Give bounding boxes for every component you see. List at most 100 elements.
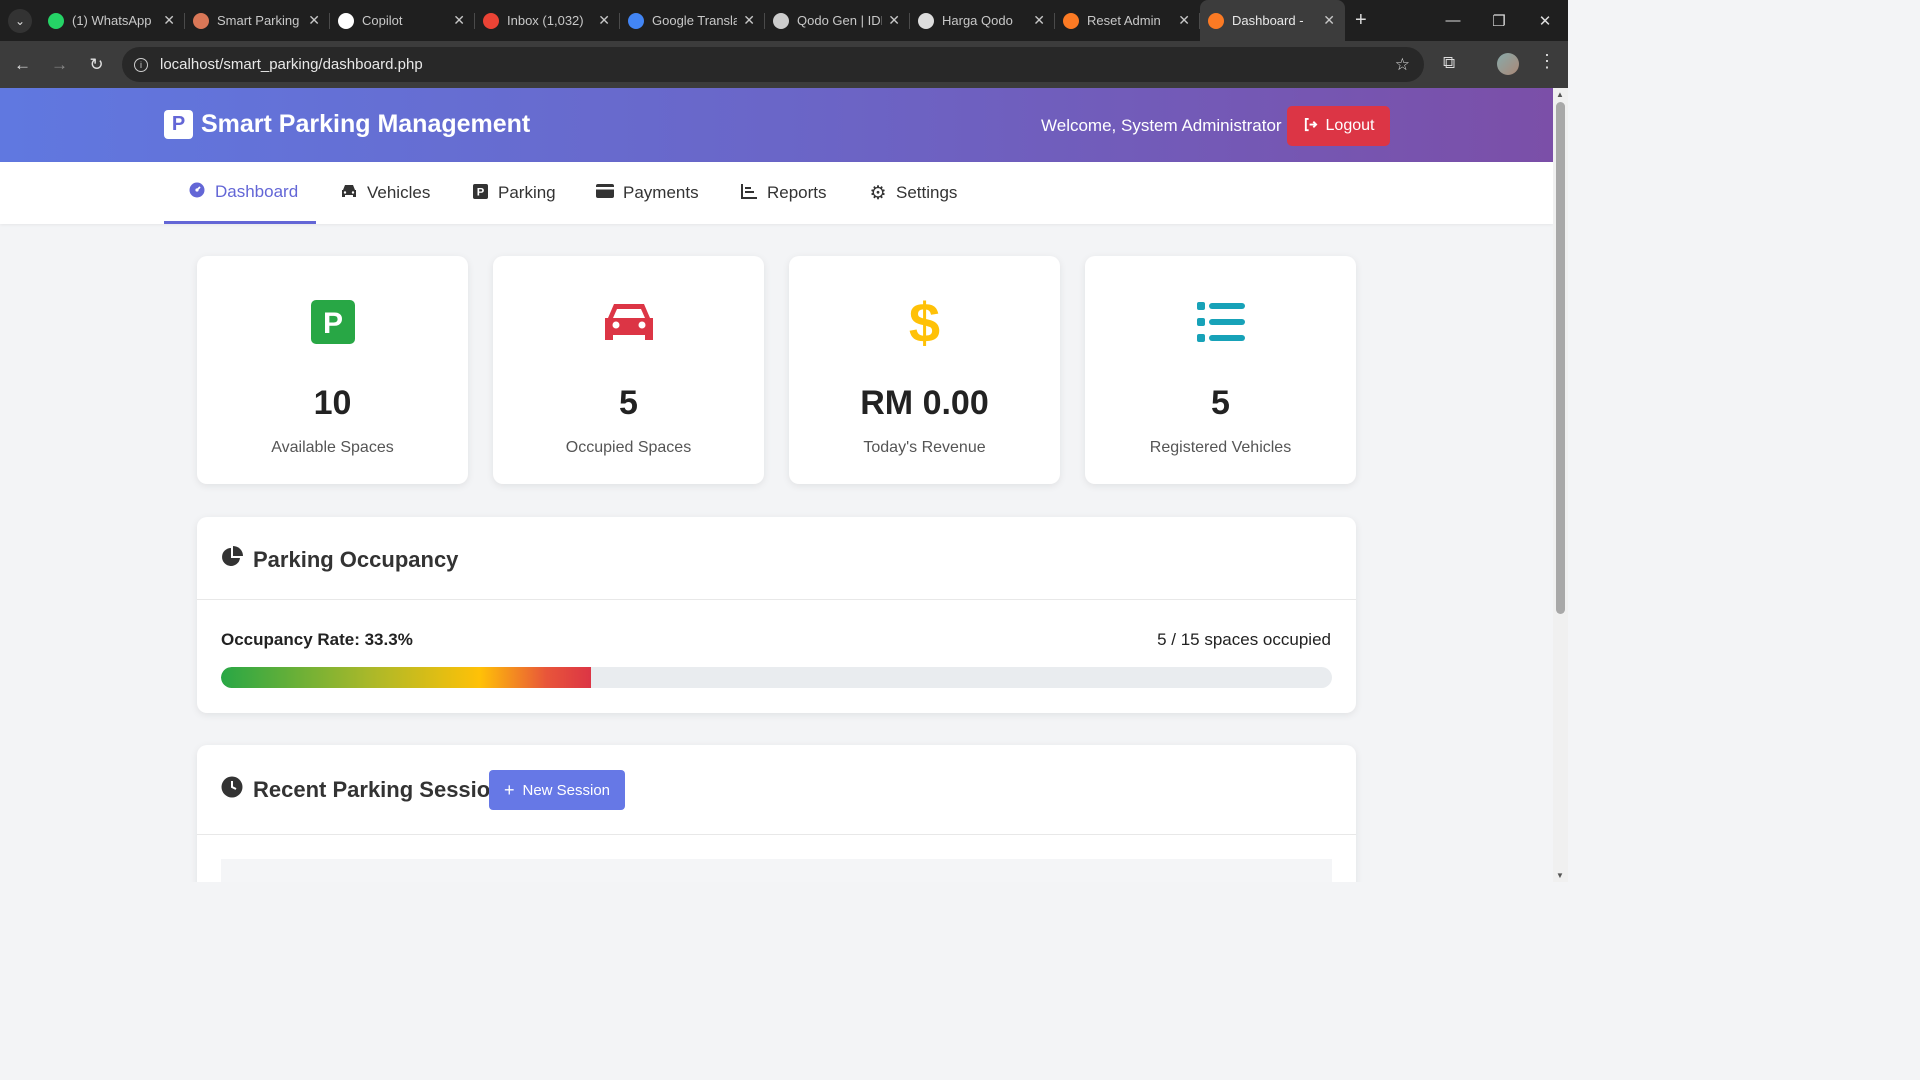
divider: [197, 599, 1356, 600]
occupancy-title-text: Parking Occupancy: [253, 547, 459, 572]
tab-title: Google Translate: [652, 13, 738, 28]
qodo-icon: [773, 12, 789, 29]
pie-chart-icon: [221, 546, 243, 574]
translate-icon: [628, 12, 644, 29]
parking-icon: P: [471, 183, 489, 203]
new-session-button[interactable]: + New Session: [489, 770, 625, 810]
plus-icon: +: [503, 779, 515, 800]
browser-tab[interactable]: Copilot ✕: [330, 0, 475, 41]
browser-tab[interactable]: Harga Qodo ✕: [910, 0, 1055, 41]
sessions-table-header: [221, 859, 1332, 882]
tab-title: Reset Admin: [1087, 13, 1161, 28]
stat-label: Today's Revenue: [863, 439, 986, 456]
nav-item-label: Vehicles: [367, 183, 431, 202]
window-controls: — ❐ ✕: [1430, 0, 1568, 41]
nav-item-parking[interactable]: P Parking: [471, 162, 556, 224]
occupancy-title: Parking Occupancy: [221, 546, 458, 574]
tab-title: Inbox (1,032): [507, 13, 584, 28]
close-tab-icon[interactable]: ✕: [743, 12, 755, 29]
parking-icon: P: [197, 298, 468, 346]
new-tab-button[interactable]: +: [1355, 9, 1367, 32]
page-scrollbar[interactable]: ▲ ▼: [1553, 88, 1568, 882]
nav-item-dashboard[interactable]: Dashboard: [164, 162, 316, 224]
stat-card-vehicles: 5 Registered Vehicles: [1085, 256, 1356, 484]
openai-icon: [918, 12, 934, 29]
forward-button[interactable]: →: [41, 55, 78, 75]
close-tab-icon[interactable]: ✕: [163, 12, 175, 29]
welcome-text: Welcome, System Administrator: [1041, 116, 1282, 135]
new-session-label: New Session: [522, 781, 611, 799]
scrollbar-thumb[interactable]: [1556, 102, 1565, 614]
divider: [197, 834, 1356, 835]
main-nav: Dashboard Vehicles P Parking Payments Re…: [0, 162, 1553, 224]
stat-label: Occupied Spaces: [565, 439, 692, 456]
close-tab-icon[interactable]: ✕: [308, 12, 320, 29]
browser-tab[interactable]: Smart Parking ✕: [185, 0, 330, 41]
tab-title: (1) WhatsApp: [72, 13, 152, 28]
chart-icon: [740, 183, 758, 203]
minimize-button[interactable]: —: [1430, 12, 1476, 29]
browser-toolbar: ← → ↻ i localhost/smart_parking/dashboar…: [0, 41, 1568, 88]
bookmark-star-icon[interactable]: ☆: [1395, 55, 1410, 75]
nav-item-payments[interactable]: Payments: [596, 162, 699, 224]
occupancy-count: 5 / 15 spaces occupied: [1157, 630, 1331, 649]
tab-search-button[interactable]: ⌄: [0, 0, 40, 41]
app-header: P Smart Parking Management Welcome, Syst…: [0, 88, 1553, 162]
close-window-button[interactable]: ✕: [1522, 12, 1568, 30]
recent-sessions-title-text: Recent Parking Sessions: [253, 777, 516, 802]
dashboard-icon: [188, 182, 206, 202]
gear-icon: ⚙: [869, 182, 887, 204]
scroll-down-icon[interactable]: ▼: [1556, 871, 1564, 880]
xampp-icon: [1208, 12, 1224, 29]
back-button[interactable]: ←: [4, 55, 41, 75]
dollar-icon: $: [908, 290, 941, 354]
tab-title: Qodo Gen | IDE: [797, 13, 883, 28]
browser-tab[interactable]: Dashboard - ✕: [1200, 0, 1345, 41]
site-info-icon[interactable]: i: [134, 57, 148, 72]
close-tab-icon[interactable]: ✕: [598, 12, 610, 29]
occupancy-progress-fill: [221, 667, 591, 688]
address-bar[interactable]: i localhost/smart_parking/dashboard.php …: [122, 47, 1424, 82]
stat-card-revenue: $ RM 0.00 Today's Revenue: [789, 256, 1060, 484]
nav-item-label: Dashboard: [215, 181, 299, 201]
logout-button[interactable]: Logout: [1287, 106, 1390, 146]
stat-card-available: P 10 Available Spaces: [197, 256, 468, 484]
close-tab-icon[interactable]: ✕: [1033, 12, 1045, 29]
nav-item-label: Parking: [498, 183, 556, 202]
stat-value: RM 0.00: [860, 384, 989, 422]
svg-text:P: P: [476, 186, 484, 198]
restore-button[interactable]: ❐: [1476, 12, 1522, 30]
recent-sessions-card: Recent Parking Sessions + New Session: [197, 745, 1356, 882]
url-text: localhost/smart_parking/dashboard.php: [160, 56, 423, 73]
browser-tab[interactable]: Google Translate ✕: [620, 0, 765, 41]
browser-tab[interactable]: Qodo Gen | IDE ✕: [765, 0, 910, 41]
nav-item-settings[interactable]: ⚙ Settings: [869, 162, 957, 224]
close-tab-icon[interactable]: ✕: [453, 12, 465, 29]
browser-tab[interactable]: (1) WhatsApp ✕: [40, 0, 185, 41]
close-tab-icon[interactable]: ✕: [1323, 12, 1335, 29]
nav-item-reports[interactable]: Reports: [740, 162, 827, 224]
profile-avatar[interactable]: [1497, 53, 1519, 75]
stat-label: Registered Vehicles: [1149, 439, 1292, 456]
whatsapp-icon: [48, 12, 64, 29]
xampp-icon: [1063, 12, 1079, 29]
tab-title: Dashboard -: [1232, 13, 1304, 28]
car-icon: [340, 184, 358, 203]
scroll-up-icon[interactable]: ▲: [1556, 90, 1564, 99]
browser-tab[interactable]: Reset Admin ✕: [1055, 0, 1200, 41]
occupancy-card: Parking Occupancy Occupancy Rate: 33.3% …: [197, 517, 1356, 713]
reload-button[interactable]: ↻: [78, 55, 115, 75]
nav-item-label: Payments: [623, 183, 699, 202]
brand[interactable]: P Smart Parking Management: [164, 110, 530, 139]
extensions-icon[interactable]: ⧉: [1443, 53, 1455, 73]
browser-tab[interactable]: Inbox (1,032) ✕: [475, 0, 620, 41]
claude-icon: [193, 12, 209, 29]
tab-title: Smart Parking: [217, 13, 300, 28]
close-tab-icon[interactable]: ✕: [1178, 12, 1190, 29]
close-tab-icon[interactable]: ✕: [888, 12, 900, 29]
browser-menu-icon[interactable]: ⋮: [1538, 51, 1556, 72]
parking-logo-icon: P: [164, 110, 193, 139]
nav-item-label: Settings: [896, 183, 958, 202]
car-icon: [493, 298, 764, 346]
nav-item-vehicles[interactable]: Vehicles: [340, 162, 430, 224]
